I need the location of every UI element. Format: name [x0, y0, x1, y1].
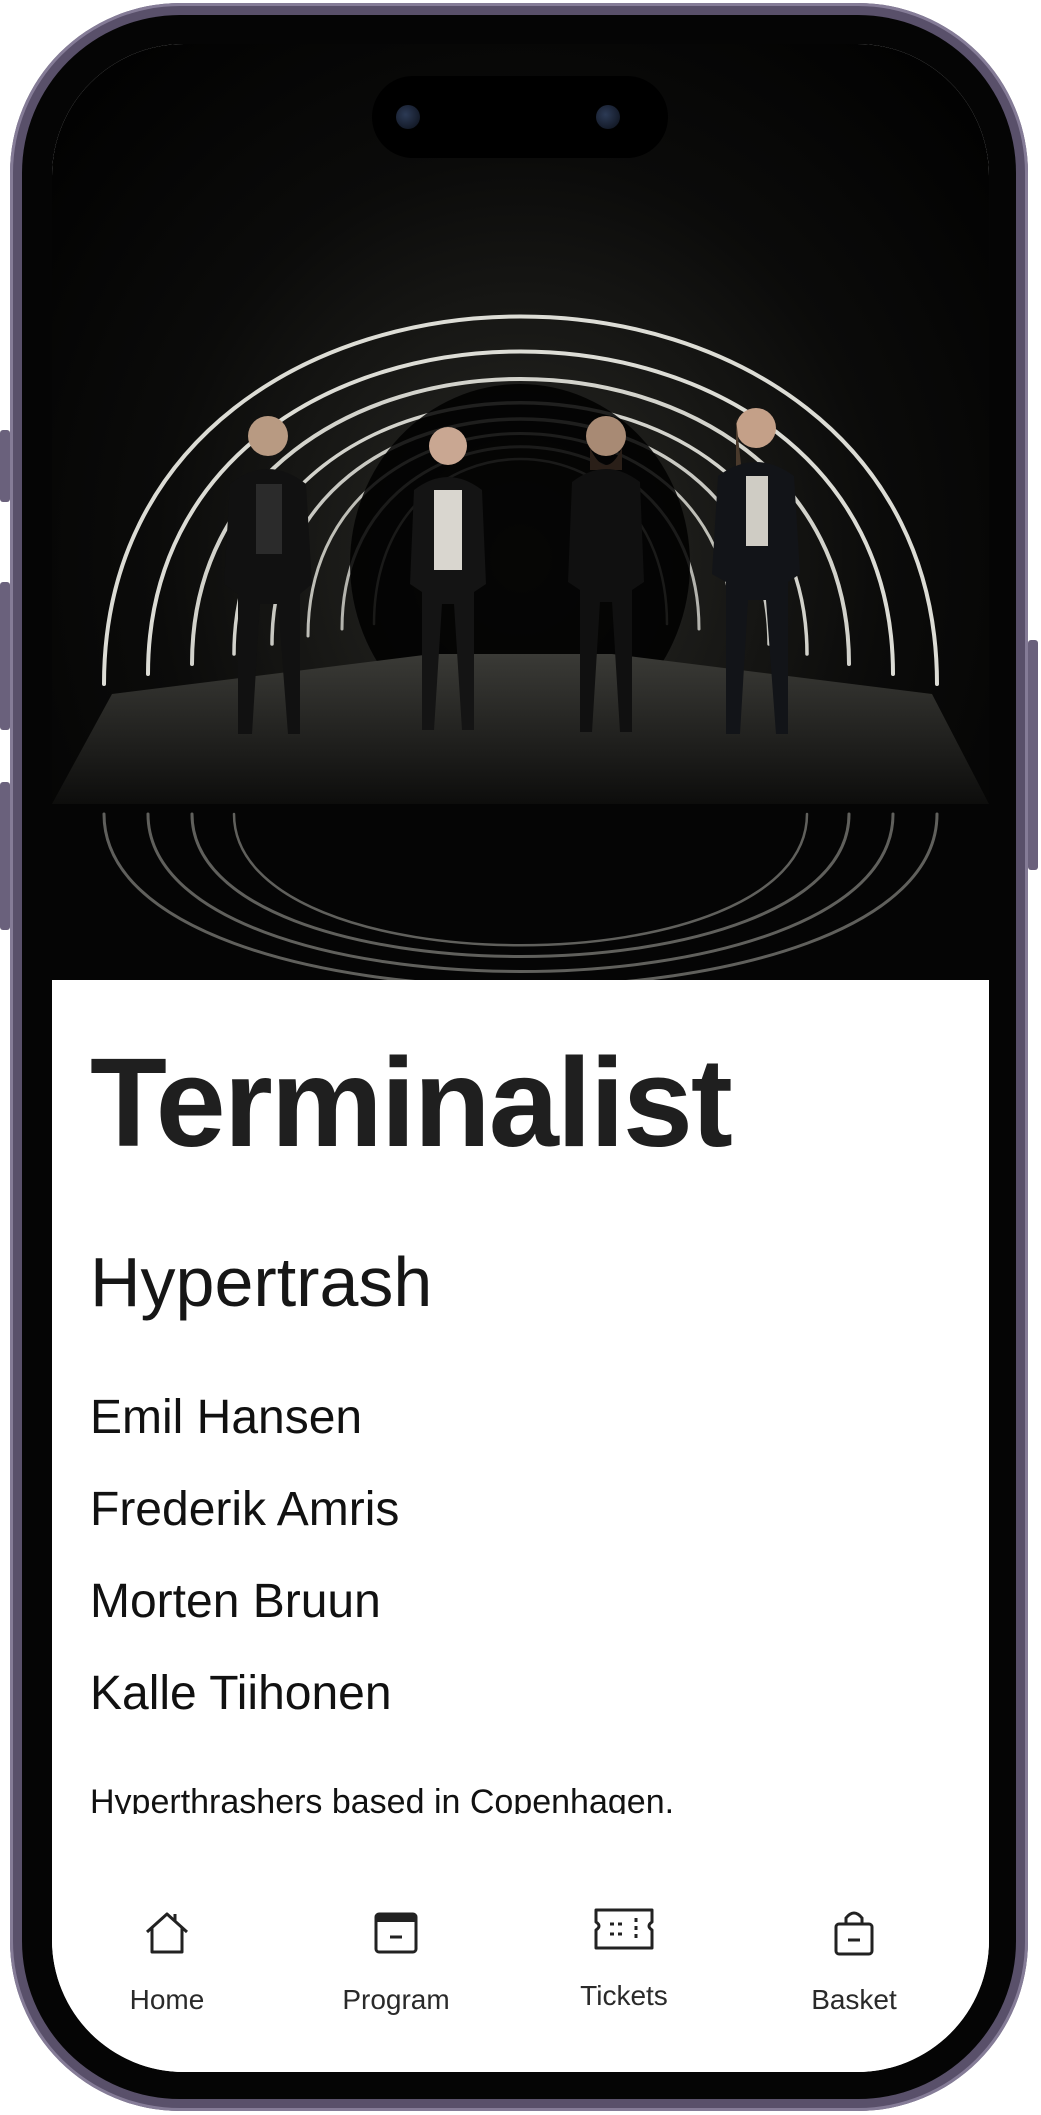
volume-down-button	[0, 782, 10, 930]
sensor-icon	[596, 105, 620, 129]
tab-home-label: Home	[129, 1984, 205, 2015]
calendar-icon	[374, 1912, 418, 1954]
member-item: Emil Hansen	[90, 1391, 363, 1444]
volume-up-button	[0, 582, 10, 730]
band-details: Terminalist Hypertrash Emil Hansen Frede…	[52, 980, 989, 1900]
band-name: Terminalist	[90, 1032, 733, 1173]
action-button	[0, 430, 10, 502]
home-icon	[145, 1912, 189, 1954]
tab-tickets-label: Tickets	[580, 1980, 668, 2011]
band-description: Hyperthrashers based in Copenhagen.	[90, 1783, 675, 1814]
app-screen: Terminalist Hypertrash Emil Hansen Frede…	[52, 44, 989, 2072]
camera-lens-icon	[396, 105, 420, 129]
shopping-bag-icon	[834, 1911, 874, 1956]
tab-basket-label: Basket	[811, 1984, 897, 2015]
band-genre: Hypertrash	[90, 1243, 433, 1321]
power-button	[1028, 640, 1038, 870]
tab-home[interactable]: Home	[67, 1896, 267, 2072]
dynamic-island	[372, 76, 668, 158]
tab-program-label: Program	[342, 1984, 450, 2015]
member-item: Kalle Tiihonen	[90, 1667, 392, 1720]
tab-program[interactable]: Program	[296, 1896, 496, 2072]
ticket-icon	[594, 1908, 654, 1950]
tab-basket[interactable]: Basket	[754, 1896, 954, 2072]
tunnel-illustration	[52, 314, 989, 980]
bottom-tab-bar: Home Program Tickets Basket	[52, 1896, 989, 2072]
member-item: Frederik Amris	[90, 1483, 400, 1536]
band-photo	[52, 44, 989, 980]
member-list: Emil Hansen Frederik Amris Morten Bruun …	[90, 1390, 399, 1758]
member-item: Morten Bruun	[90, 1575, 381, 1628]
tab-tickets[interactable]: Tickets	[524, 1896, 724, 2072]
